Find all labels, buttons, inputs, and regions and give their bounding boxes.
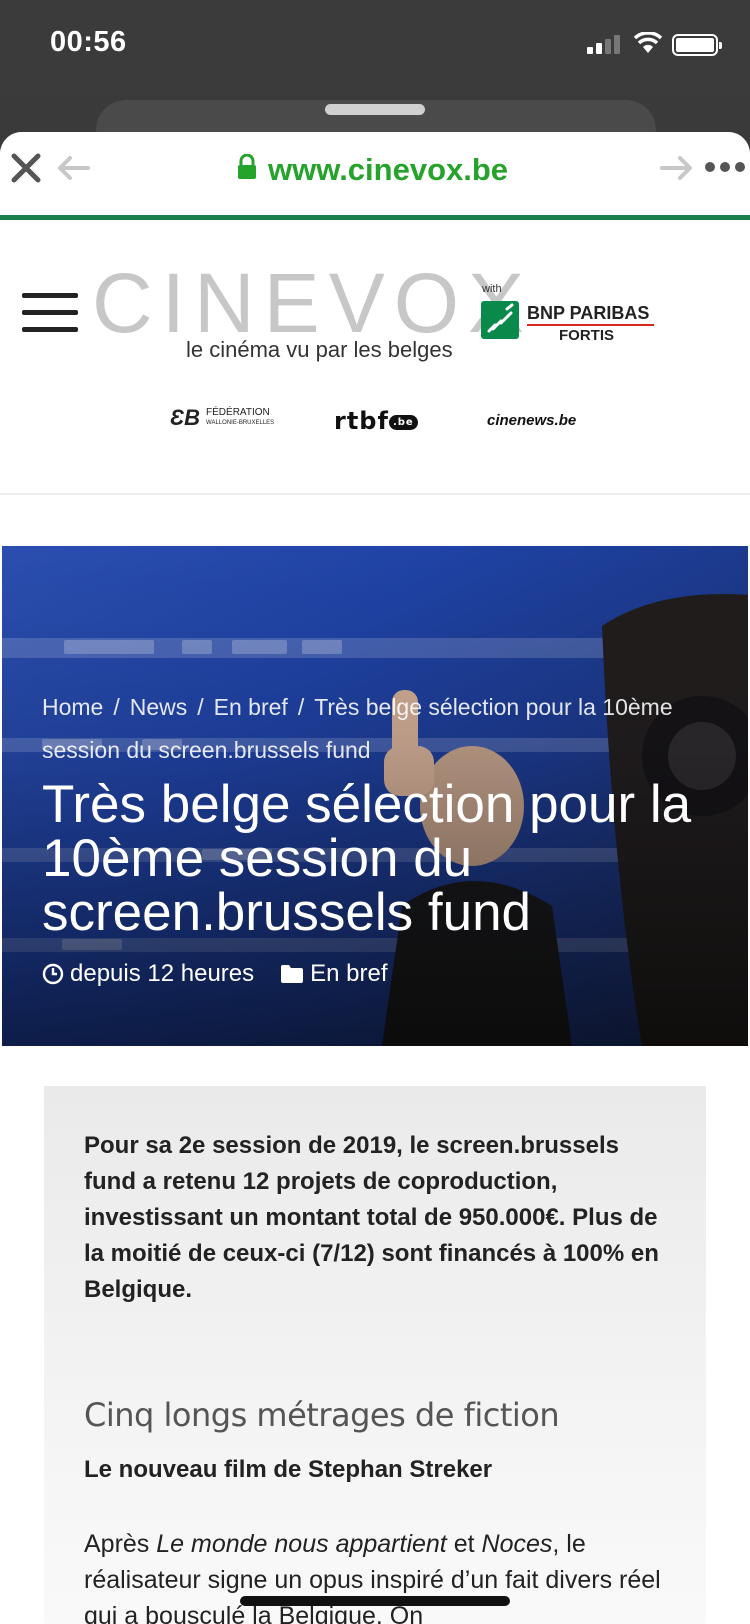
browser-toolbar: www.cinevox.be xyxy=(0,132,750,220)
sponsor-underline xyxy=(527,324,654,326)
film-title-2: Noces xyxy=(481,1530,553,1558)
url-text[interactable]: www.cinevox.be xyxy=(268,152,508,188)
lock-icon xyxy=(238,154,256,179)
federation-title: FÉDÉRATION xyxy=(206,407,270,418)
breadcrumb-en-bref[interactable]: En bref xyxy=(214,694,288,720)
cellular-signal-icon xyxy=(587,34,620,54)
article-meta: depuis 12 heures En bref xyxy=(42,960,388,988)
sheet-drag-handle[interactable] xyxy=(325,104,425,115)
rtbf-logo[interactable]: rtbf .be xyxy=(334,407,418,435)
federation-logo[interactable]: ƐB FÉDÉRATION WALLONIE-BRUXELLES xyxy=(170,405,274,431)
sponsor-sub: FORTIS xyxy=(559,327,614,344)
federation-sub: WALLONIE-BRUXELLES xyxy=(206,420,275,426)
browser-sheet: www.cinevox.be CINEVOX le cinéma vu par … xyxy=(0,132,750,1624)
breadcrumb: Home / News / En bref / Très belge sélection p… xyxy=(42,694,673,763)
rtbf-text: rtbf xyxy=(334,407,389,435)
hero-banner: Home / News / En bref / Très belge sélection p… xyxy=(2,546,748,1046)
film-title-1: Le monde nous appartient xyxy=(156,1530,447,1558)
menu-icon[interactable] xyxy=(22,293,78,333)
sponsor-name: BNP PARIBAS xyxy=(527,303,650,323)
section-heading: Cinq longs métrages de fiction xyxy=(84,1396,560,1434)
subheading: Le nouveau film de Stephan Streker xyxy=(84,1456,493,1483)
battery-icon xyxy=(672,34,722,56)
clock-icon xyxy=(42,963,64,985)
wifi-icon xyxy=(633,32,663,53)
folder-icon xyxy=(281,965,304,983)
close-icon[interactable] xyxy=(8,150,44,186)
site-header: CINEVOX le cinéma vu par les belges with… xyxy=(0,225,750,495)
article-category[interactable]: En bref xyxy=(310,960,387,988)
rtbf-suffix: .be xyxy=(388,414,418,430)
federation-mark: ƐB xyxy=(170,405,201,430)
article-body: Pour sa 2e session de 2019, le screen.br… xyxy=(44,1086,706,1624)
status-time: 00:56 xyxy=(50,26,127,58)
cinenews-logo[interactable]: cinenews.be xyxy=(487,412,576,429)
article-intro: Pour sa 2e session de 2019, le screen.br… xyxy=(84,1132,659,1303)
sponsor-with-label: with xyxy=(482,283,502,295)
article-paragraph: Après Le monde nous appartient et Noces,… xyxy=(84,1530,661,1624)
breadcrumb-news[interactable]: News xyxy=(130,694,188,720)
home-indicator[interactable] xyxy=(240,1596,510,1606)
forward-arrow-icon[interactable] xyxy=(660,154,694,182)
bnp-logo-icon xyxy=(481,301,519,339)
back-arrow-icon[interactable] xyxy=(56,154,90,182)
breadcrumb-home[interactable]: Home xyxy=(42,694,103,720)
article-title: Très belge sélection pour la 10ème sessi… xyxy=(42,775,692,942)
article-time: depuis 12 heures xyxy=(70,960,255,987)
site-tagline: le cinéma vu par les belges xyxy=(186,337,453,362)
status-bar: 00:56 xyxy=(0,0,750,96)
partner-logos: ƐB FÉDÉRATION WALLONIE-BRUXELLES rtbf .be … xyxy=(0,395,750,435)
more-options-icon[interactable] xyxy=(705,162,745,172)
